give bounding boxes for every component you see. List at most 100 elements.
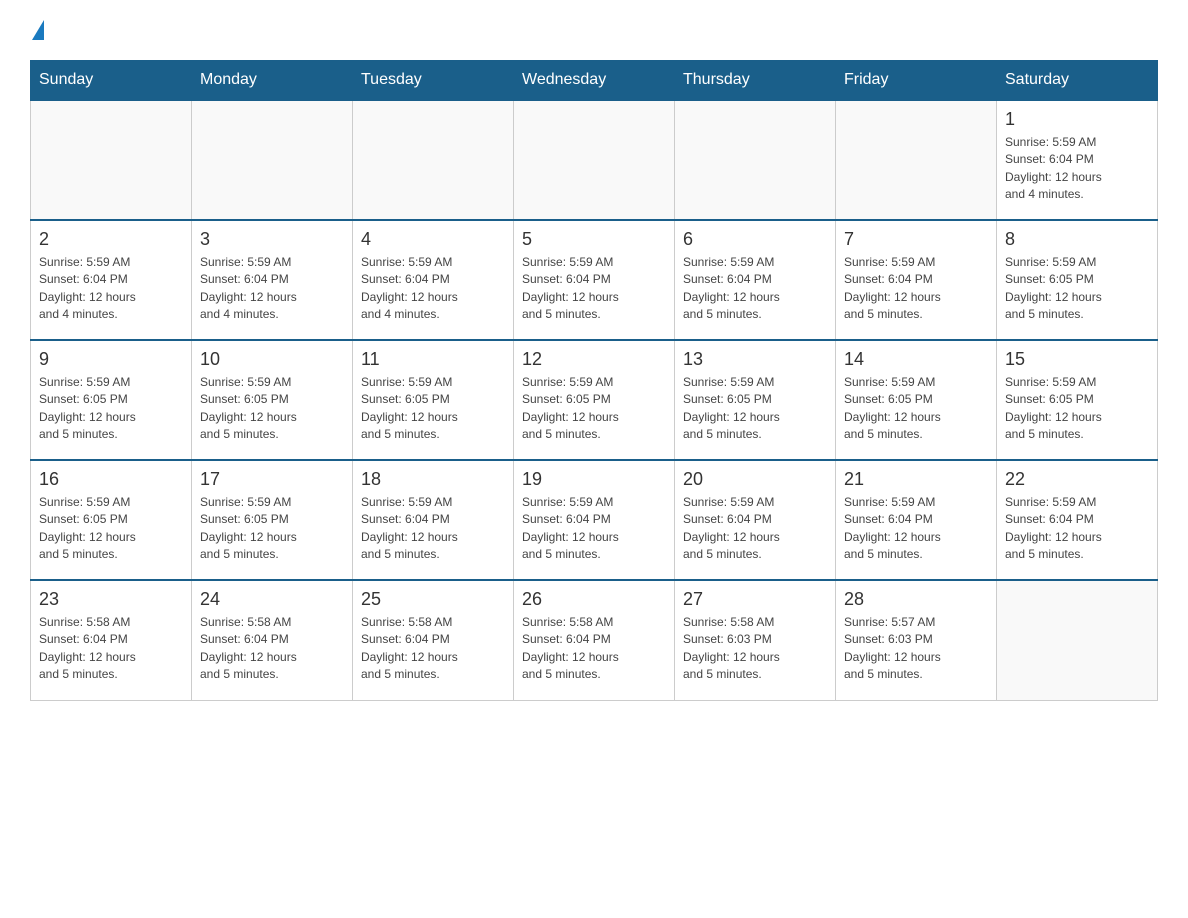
- day-number: 22: [1005, 469, 1149, 490]
- calendar-day-cell: [836, 100, 997, 220]
- day-info: Sunrise: 5:59 AM Sunset: 6:04 PM Dayligh…: [361, 494, 505, 564]
- day-info: Sunrise: 5:59 AM Sunset: 6:05 PM Dayligh…: [844, 374, 988, 444]
- day-number: 10: [200, 349, 344, 370]
- calendar-day-cell: 25 Sunrise: 5:58 AM Sunset: 6:04 PM Dayli…: [353, 580, 514, 700]
- calendar-day-cell: [353, 100, 514, 220]
- day-info: Sunrise: 5:57 AM Sunset: 6:03 PM Dayligh…: [844, 614, 988, 684]
- logo: [30, 20, 44, 40]
- calendar-week-row: 9 Sunrise: 5:59 AM Sunset: 6:05 PM Daylig…: [31, 340, 1158, 460]
- day-number: 7: [844, 229, 988, 250]
- day-number: 27: [683, 589, 827, 610]
- calendar-day-cell: 16 Sunrise: 5:59 AM Sunset: 6:05 PM Dayli…: [31, 460, 192, 580]
- day-number: 28: [844, 589, 988, 610]
- calendar-day-cell: 26 Sunrise: 5:58 AM Sunset: 6:04 PM Dayli…: [514, 580, 675, 700]
- day-number: 4: [361, 229, 505, 250]
- weekday-header-row: SundayMondayTuesdayWednesdayThursdayFrid…: [31, 61, 1158, 101]
- day-number: 13: [683, 349, 827, 370]
- day-number: 6: [683, 229, 827, 250]
- day-info: Sunrise: 5:59 AM Sunset: 6:04 PM Dayligh…: [522, 494, 666, 564]
- day-number: 18: [361, 469, 505, 490]
- calendar-day-cell: 10 Sunrise: 5:59 AM Sunset: 6:05 PM Dayli…: [192, 340, 353, 460]
- day-info: Sunrise: 5:59 AM Sunset: 6:04 PM Dayligh…: [844, 494, 988, 564]
- day-number: 26: [522, 589, 666, 610]
- calendar-day-cell: 2 Sunrise: 5:59 AM Sunset: 6:04 PM Daylig…: [31, 220, 192, 340]
- calendar-day-cell: [997, 580, 1158, 700]
- calendar-day-cell: 19 Sunrise: 5:59 AM Sunset: 6:04 PM Dayli…: [514, 460, 675, 580]
- weekday-header-wednesday: Wednesday: [514, 61, 675, 101]
- calendar-day-cell: 13 Sunrise: 5:59 AM Sunset: 6:05 PM Dayli…: [675, 340, 836, 460]
- day-info: Sunrise: 5:59 AM Sunset: 6:04 PM Dayligh…: [361, 254, 505, 324]
- page-header: [30, 20, 1158, 40]
- day-info: Sunrise: 5:58 AM Sunset: 6:04 PM Dayligh…: [39, 614, 183, 684]
- weekday-header-monday: Monday: [192, 61, 353, 101]
- day-number: 15: [1005, 349, 1149, 370]
- day-number: 20: [683, 469, 827, 490]
- calendar-day-cell: 12 Sunrise: 5:59 AM Sunset: 6:05 PM Dayli…: [514, 340, 675, 460]
- day-number: 12: [522, 349, 666, 370]
- weekday-header-friday: Friday: [836, 61, 997, 101]
- calendar-day-cell: 28 Sunrise: 5:57 AM Sunset: 6:03 PM Dayli…: [836, 580, 997, 700]
- calendar-table: SundayMondayTuesdayWednesdayThursdayFrid…: [30, 60, 1158, 701]
- weekday-header-sunday: Sunday: [31, 61, 192, 101]
- day-number: 8: [1005, 229, 1149, 250]
- weekday-header-saturday: Saturday: [997, 61, 1158, 101]
- calendar-day-cell: 3 Sunrise: 5:59 AM Sunset: 6:04 PM Daylig…: [192, 220, 353, 340]
- day-info: Sunrise: 5:59 AM Sunset: 6:05 PM Dayligh…: [39, 494, 183, 564]
- day-info: Sunrise: 5:58 AM Sunset: 6:04 PM Dayligh…: [522, 614, 666, 684]
- calendar-day-cell: 21 Sunrise: 5:59 AM Sunset: 6:04 PM Dayli…: [836, 460, 997, 580]
- calendar-day-cell: 22Sunrise: 5:59 AM Sunset: 6:04 PM Dayli…: [997, 460, 1158, 580]
- day-info: Sunrise: 5:59 AM Sunset: 6:05 PM Dayligh…: [39, 374, 183, 444]
- day-number: 16: [39, 469, 183, 490]
- calendar-day-cell: 8 Sunrise: 5:59 AM Sunset: 6:05 PM Daylig…: [997, 220, 1158, 340]
- day-info: Sunrise: 5:59 AM Sunset: 6:05 PM Dayligh…: [1005, 254, 1149, 324]
- day-info: Sunrise: 5:58 AM Sunset: 6:04 PM Dayligh…: [361, 614, 505, 684]
- day-info: Sunrise: 5:59 AM Sunset: 6:05 PM Dayligh…: [361, 374, 505, 444]
- calendar-day-cell: 24Sunrise: 5:58 AM Sunset: 6:04 PM Dayli…: [192, 580, 353, 700]
- day-info: Sunrise: 5:59 AM Sunset: 6:04 PM Dayligh…: [39, 254, 183, 324]
- calendar-day-cell: 1 Sunrise: 5:59 AM Sunset: 6:04 PM Daylig…: [997, 100, 1158, 220]
- calendar-week-row: 2 Sunrise: 5:59 AM Sunset: 6:04 PM Daylig…: [31, 220, 1158, 340]
- day-number: 3: [200, 229, 344, 250]
- calendar-day-cell: 17 Sunrise: 5:59 AM Sunset: 6:05 PM Dayli…: [192, 460, 353, 580]
- day-number: 23: [39, 589, 183, 610]
- calendar-day-cell: 14 Sunrise: 5:59 AM Sunset: 6:05 PM Dayli…: [836, 340, 997, 460]
- day-info: Sunrise: 5:59 AM Sunset: 6:04 PM Dayligh…: [522, 254, 666, 324]
- weekday-header-thursday: Thursday: [675, 61, 836, 101]
- day-info: Sunrise: 5:59 AM Sunset: 6:05 PM Dayligh…: [200, 374, 344, 444]
- day-info: Sunrise: 5:59 AM Sunset: 6:04 PM Dayligh…: [200, 254, 344, 324]
- calendar-day-cell: 18 Sunrise: 5:59 AM Sunset: 6:04 PM Dayli…: [353, 460, 514, 580]
- day-number: 17: [200, 469, 344, 490]
- day-info: Sunrise: 5:59 AM Sunset: 6:05 PM Dayligh…: [200, 494, 344, 564]
- calendar-day-cell: 20 Sunrise: 5:59 AM Sunset: 6:04 PM Dayli…: [675, 460, 836, 580]
- calendar-day-cell: 6 Sunrise: 5:59 AM Sunset: 6:04 PM Daylig…: [675, 220, 836, 340]
- calendar-day-cell: [514, 100, 675, 220]
- day-number: 19: [522, 469, 666, 490]
- day-number: 25: [361, 589, 505, 610]
- day-number: 21: [844, 469, 988, 490]
- calendar-week-row: 16 Sunrise: 5:59 AM Sunset: 6:05 PM Dayli…: [31, 460, 1158, 580]
- weekday-header-tuesday: Tuesday: [353, 61, 514, 101]
- day-number: 2: [39, 229, 183, 250]
- calendar-day-cell: 27 Sunrise: 5:58 AM Sunset: 6:03 PM Dayli…: [675, 580, 836, 700]
- day-info: Sunrise: 5:59 AM Sunset: 6:04 PM Dayligh…: [683, 254, 827, 324]
- calendar-day-cell: 4 Sunrise: 5:59 AM Sunset: 6:04 PM Daylig…: [353, 220, 514, 340]
- day-info: Sunrise: 5:59 AM Sunset: 6:04 PM Dayligh…: [1005, 134, 1149, 204]
- day-info: Sunrise: 5:59 AM Sunset: 6:05 PM Dayligh…: [683, 374, 827, 444]
- calendar-day-cell: [31, 100, 192, 220]
- calendar-day-cell: 5 Sunrise: 5:59 AM Sunset: 6:04 PM Daylig…: [514, 220, 675, 340]
- day-number: 5: [522, 229, 666, 250]
- calendar-day-cell: [192, 100, 353, 220]
- day-number: 1: [1005, 109, 1149, 130]
- calendar-day-cell: 11Sunrise: 5:59 AM Sunset: 6:05 PM Dayli…: [353, 340, 514, 460]
- day-info: Sunrise: 5:59 AM Sunset: 6:04 PM Dayligh…: [683, 494, 827, 564]
- calendar-day-cell: 9 Sunrise: 5:59 AM Sunset: 6:05 PM Daylig…: [31, 340, 192, 460]
- calendar-day-cell: 7 Sunrise: 5:59 AM Sunset: 6:04 PM Daylig…: [836, 220, 997, 340]
- day-info: Sunrise: 5:59 AM Sunset: 6:05 PM Dayligh…: [522, 374, 666, 444]
- day-info: Sunrise: 5:59 AM Sunset: 6:04 PM Dayligh…: [844, 254, 988, 324]
- calendar-day-cell: 15Sunrise: 5:59 AM Sunset: 6:05 PM Dayli…: [997, 340, 1158, 460]
- calendar-week-row: 1 Sunrise: 5:59 AM Sunset: 6:04 PM Daylig…: [31, 100, 1158, 220]
- day-number: 24: [200, 589, 344, 610]
- day-number: 9: [39, 349, 183, 370]
- day-number: 14: [844, 349, 988, 370]
- day-info: Sunrise: 5:58 AM Sunset: 6:03 PM Dayligh…: [683, 614, 827, 684]
